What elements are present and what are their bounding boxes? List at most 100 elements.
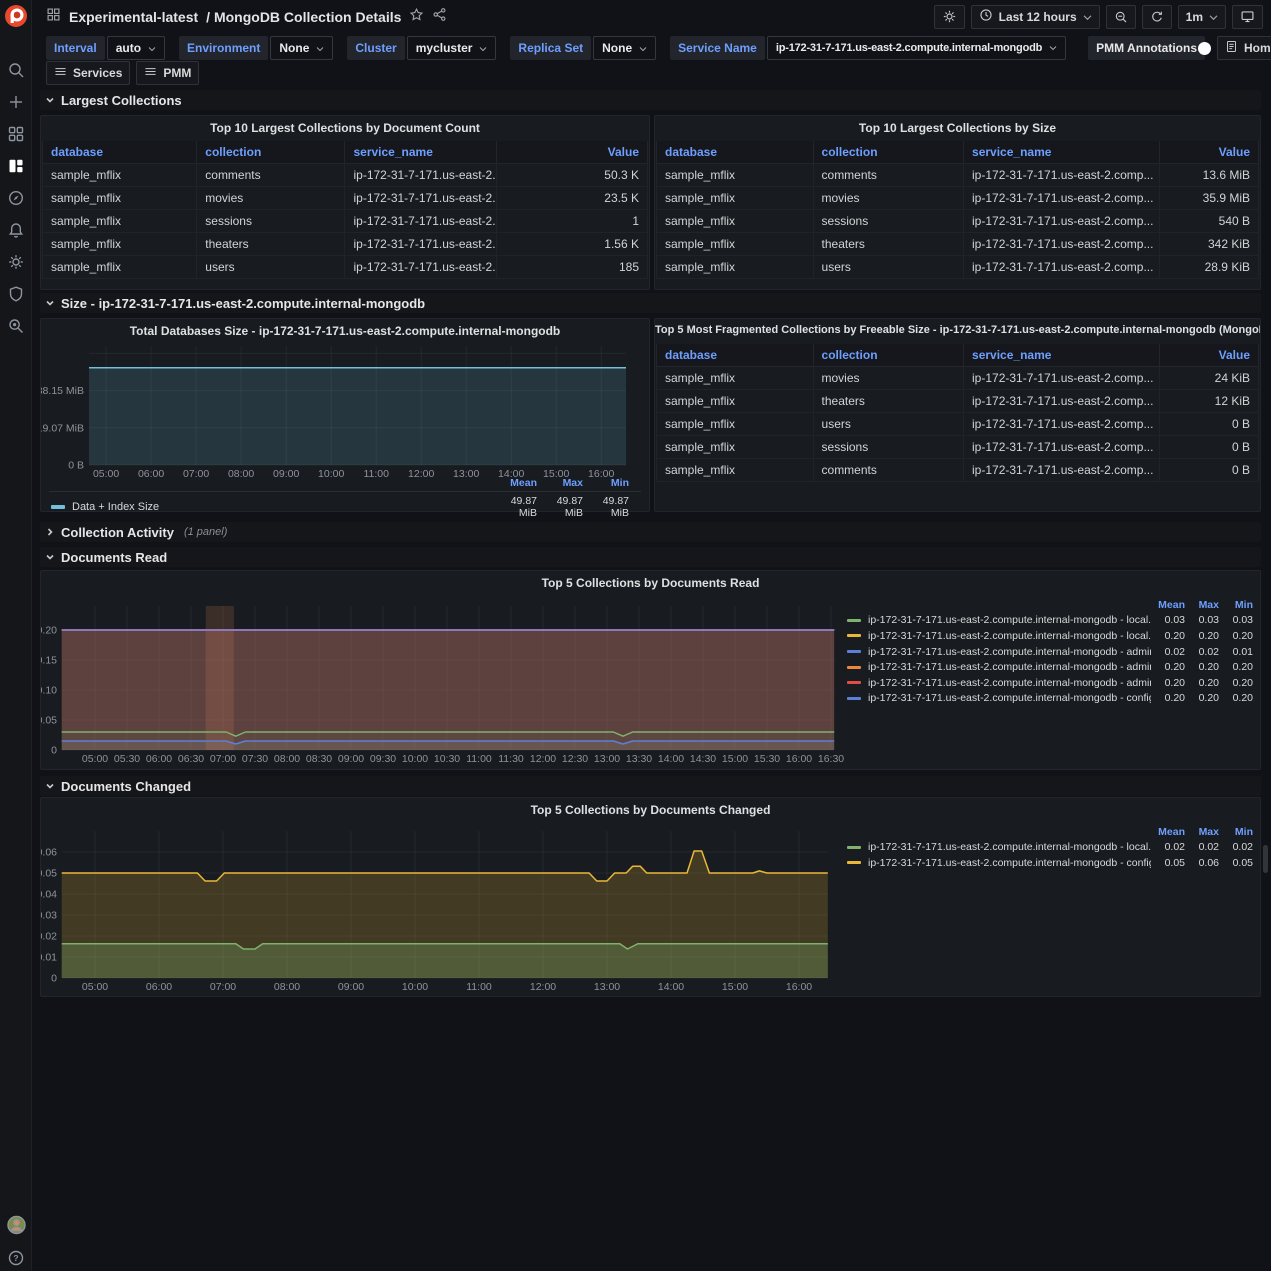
column-header-value[interactable]: Value bbox=[496, 141, 647, 163]
legend-stat-mean: 49.87 MiB bbox=[491, 495, 537, 519]
link-pmm-button[interactable]: PMM bbox=[136, 61, 199, 85]
legend-series-name[interactable]: Data + Index Size bbox=[72, 501, 159, 513]
cell-database: sample_mflix bbox=[43, 232, 197, 255]
configuration-gear-icon[interactable] bbox=[7, 252, 26, 271]
percona-logo[interactable] bbox=[4, 4, 28, 28]
svg-text:13:30: 13:30 bbox=[626, 753, 652, 765]
share-icon[interactable] bbox=[432, 7, 447, 27]
svg-text:10:00: 10:00 bbox=[402, 981, 428, 993]
svg-text:11:00: 11:00 bbox=[466, 753, 492, 765]
zoom-out-button[interactable] bbox=[1106, 5, 1136, 29]
svg-text:0 B: 0 B bbox=[68, 460, 84, 472]
refresh-interval-dropdown[interactable]: 1m bbox=[1178, 5, 1226, 29]
help-icon[interactable]: ? bbox=[7, 1248, 26, 1267]
link-home-button[interactable]: Home bbox=[1217, 36, 1271, 60]
svg-text:05:00: 05:00 bbox=[93, 468, 119, 480]
section-header-documents-read[interactable]: Documents Read bbox=[40, 547, 1261, 567]
section-header-documents-changed[interactable]: Documents Changed bbox=[40, 776, 1261, 796]
legend-series-name[interactable]: ip-172-31-7-171.us-east-2.compute.intern… bbox=[868, 692, 1151, 704]
top-nav: Experimental-latest / MongoDB Collection… bbox=[32, 0, 1271, 33]
cell-database: sample_mflix bbox=[657, 366, 814, 389]
legend-stat-max: 0.20 bbox=[1185, 630, 1219, 642]
kiosk-mode-button[interactable] bbox=[1232, 5, 1263, 29]
panel-title[interactable]: Top 10 Largest Collections by Size bbox=[655, 121, 1260, 135]
column-header-service_name[interactable]: service_name bbox=[345, 141, 496, 163]
cell-database: sample_mflix bbox=[657, 389, 814, 412]
page-scrollbar[interactable] bbox=[1263, 845, 1268, 873]
grafana-table: databasecollectionservice_nameValuesampl… bbox=[656, 344, 1259, 482]
legend-series-name[interactable]: ip-172-31-7-171.us-east-2.compute.intern… bbox=[868, 677, 1151, 689]
chevron-down-icon bbox=[1083, 10, 1092, 24]
panel-library-icon[interactable] bbox=[7, 156, 26, 175]
legend-stat-min: 0.05 bbox=[1219, 857, 1253, 869]
legend-series-name[interactable]: ip-172-31-7-171.us-east-2.compute.intern… bbox=[868, 661, 1151, 673]
column-header-collection[interactable]: collection bbox=[813, 344, 964, 366]
chevron-down-icon bbox=[1209, 10, 1218, 24]
cell-collection: users bbox=[813, 412, 964, 435]
legend-header-row: MeanMaxMin bbox=[847, 597, 1253, 613]
filter-value-environment[interactable]: None bbox=[270, 36, 333, 60]
query-analytics-icon[interactable] bbox=[7, 316, 26, 335]
column-header-service_name[interactable]: service_name bbox=[964, 344, 1160, 366]
alerting-bell-icon[interactable] bbox=[7, 220, 26, 239]
filter-value-cluster[interactable]: mycluster bbox=[407, 36, 497, 60]
dashboard-controls: Last 12 hours 1m bbox=[934, 5, 1263, 29]
cell-value: 35.9 MiB bbox=[1159, 186, 1258, 209]
search-icon[interactable] bbox=[7, 60, 26, 79]
column-header-value[interactable]: Value bbox=[1159, 344, 1258, 366]
legend-series-name[interactable]: ip-172-31-7-171.us-east-2.compute.intern… bbox=[868, 614, 1151, 626]
column-header-collection[interactable]: collection bbox=[197, 141, 345, 163]
time-range-picker[interactable]: Last 12 hours bbox=[971, 5, 1100, 29]
breadcrumb-page: / MongoDB Collection Details bbox=[206, 9, 401, 25]
avatar[interactable] bbox=[7, 1215, 26, 1234]
column-header-database[interactable]: database bbox=[43, 141, 197, 163]
document-icon bbox=[1225, 40, 1238, 56]
legend-series-name[interactable]: ip-172-31-7-171.us-east-2.compute.intern… bbox=[868, 857, 1151, 869]
panel-title[interactable]: Top 10 Largest Collections by Document C… bbox=[41, 121, 649, 135]
cell-service_name: ip-172-31-7-171.us-east-2.comp... bbox=[345, 163, 496, 186]
legend-row: ip-172-31-7-171.us-east-2.compute.intern… bbox=[847, 659, 1253, 675]
refresh-button[interactable] bbox=[1142, 5, 1172, 29]
filter-value-label: mycluster bbox=[416, 41, 473, 55]
column-header-service_name[interactable]: service_name bbox=[964, 141, 1160, 163]
filter-value-interval[interactable]: auto bbox=[107, 36, 165, 60]
cell-service_name: ip-172-31-7-171.us-east-2.comp... bbox=[345, 186, 496, 209]
table-row: sample_mflixmoviesip-172-31-7-171.us-eas… bbox=[657, 366, 1259, 389]
explore-compass-icon[interactable] bbox=[7, 188, 26, 207]
cell-value: 0 B bbox=[1159, 458, 1258, 481]
legend-series-name[interactable]: ip-172-31-7-171.us-east-2.compute.intern… bbox=[868, 630, 1151, 642]
star-icon[interactable] bbox=[409, 7, 424, 27]
dashboard-settings-button[interactable] bbox=[934, 5, 965, 29]
cell-collection: theaters bbox=[197, 232, 345, 255]
section-panel-count: (1 panel) bbox=[184, 526, 227, 538]
panel-title[interactable]: Top 5 Most Fragmented Collections by Fre… bbox=[655, 324, 1260, 336]
link-services-button[interactable]: Services bbox=[46, 61, 130, 85]
cell-database: sample_mflix bbox=[657, 412, 814, 435]
section-header-collection-activity[interactable]: Collection Activity (1 panel) bbox=[40, 522, 1261, 542]
breadcrumb-dashboard[interactable]: Experimental-latest bbox=[69, 9, 198, 25]
breadcrumb: Experimental-latest / MongoDB Collection… bbox=[46, 7, 447, 27]
filter-value-label: ip-172-31-7-171.us-east-2.compute.intern… bbox=[776, 42, 1042, 54]
create-plus-icon[interactable] bbox=[7, 92, 26, 111]
section-header-largest-collections[interactable]: Largest Collections bbox=[40, 90, 1261, 110]
column-header-collection[interactable]: collection bbox=[813, 141, 964, 163]
legend-series-name[interactable]: ip-172-31-7-171.us-east-2.compute.intern… bbox=[868, 841, 1151, 853]
template-variables-bar: Interval auto Environment None Cluster m… bbox=[32, 36, 1271, 60]
column-header-value[interactable]: Value bbox=[1159, 141, 1258, 163]
svg-text:15:00: 15:00 bbox=[722, 981, 748, 993]
filter-value-replica-set[interactable]: None bbox=[593, 36, 656, 60]
legend-swatch bbox=[847, 666, 861, 669]
column-header-database[interactable]: database bbox=[657, 344, 814, 366]
dashboards-icon[interactable] bbox=[7, 124, 26, 143]
cell-database: sample_mflix bbox=[657, 435, 814, 458]
table-row: sample_mflixusersip-172-31-7-171.us-east… bbox=[657, 412, 1259, 435]
chevron-down-icon bbox=[148, 41, 156, 55]
filter-value-service-name[interactable]: ip-172-31-7-171.us-east-2.compute.intern… bbox=[767, 36, 1066, 60]
legend-row: ip-172-31-7-171.us-east-2.compute.intern… bbox=[847, 675, 1253, 691]
svg-text:0: 0 bbox=[51, 973, 57, 985]
column-header-database[interactable]: database bbox=[657, 141, 814, 163]
section-header-size[interactable]: Size - ip-172-31-7-171.us-east-2.compute… bbox=[40, 293, 1261, 313]
legend-series-name[interactable]: ip-172-31-7-171.us-east-2.compute.intern… bbox=[868, 646, 1151, 658]
cell-collection: comments bbox=[813, 163, 964, 186]
security-shield-icon[interactable] bbox=[7, 284, 26, 303]
